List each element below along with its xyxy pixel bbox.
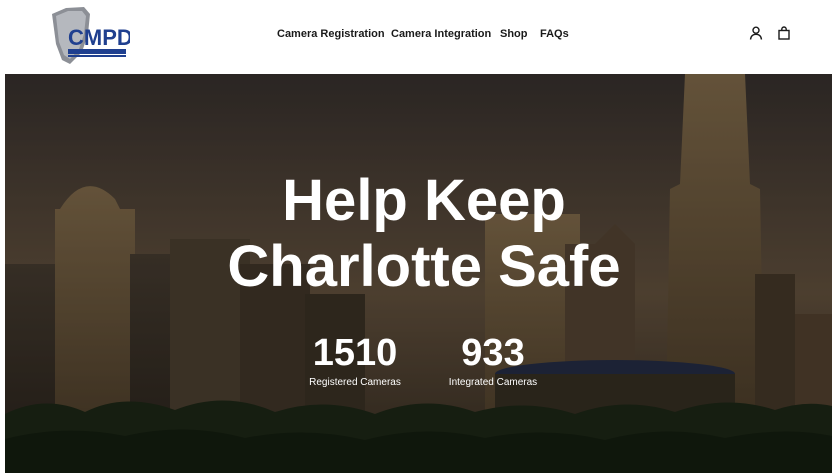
stat-value: 1510 <box>312 332 398 374</box>
user-icon[interactable] <box>748 25 764 41</box>
stat-label: Registered Cameras <box>309 377 401 388</box>
stat-registered-cameras: 1510 Registered Cameras <box>295 332 415 390</box>
hero-heading: Help Keep Charlotte Safe <box>5 168 832 300</box>
hero-heading-line1: Help Keep <box>282 168 566 233</box>
hero-section: Help Keep Charlotte Safe 1510 Registered… <box>5 74 832 473</box>
nav-camera-integration[interactable]: Camera Integration <box>391 26 491 42</box>
site-header: CMPD Camera Registration Camera Integrat… <box>0 0 832 74</box>
nav-faqs[interactable]: FAQs <box>540 26 569 42</box>
hero-heading-line2: Charlotte Safe <box>227 234 621 299</box>
stat-label: Integrated Cameras <box>448 377 538 388</box>
nav-camera-registration[interactable]: Camera Registration <box>277 26 385 42</box>
shopping-bag-icon[interactable] <box>776 25 792 41</box>
nav-shop[interactable]: Shop <box>500 26 528 42</box>
stat-value: 933 <box>461 332 525 374</box>
logo-wordmark: CMPD <box>68 25 130 50</box>
stat-integrated-cameras: 933 Integrated Cameras <box>433 332 553 390</box>
cmpd-logo[interactable]: CMPD <box>44 4 130 66</box>
